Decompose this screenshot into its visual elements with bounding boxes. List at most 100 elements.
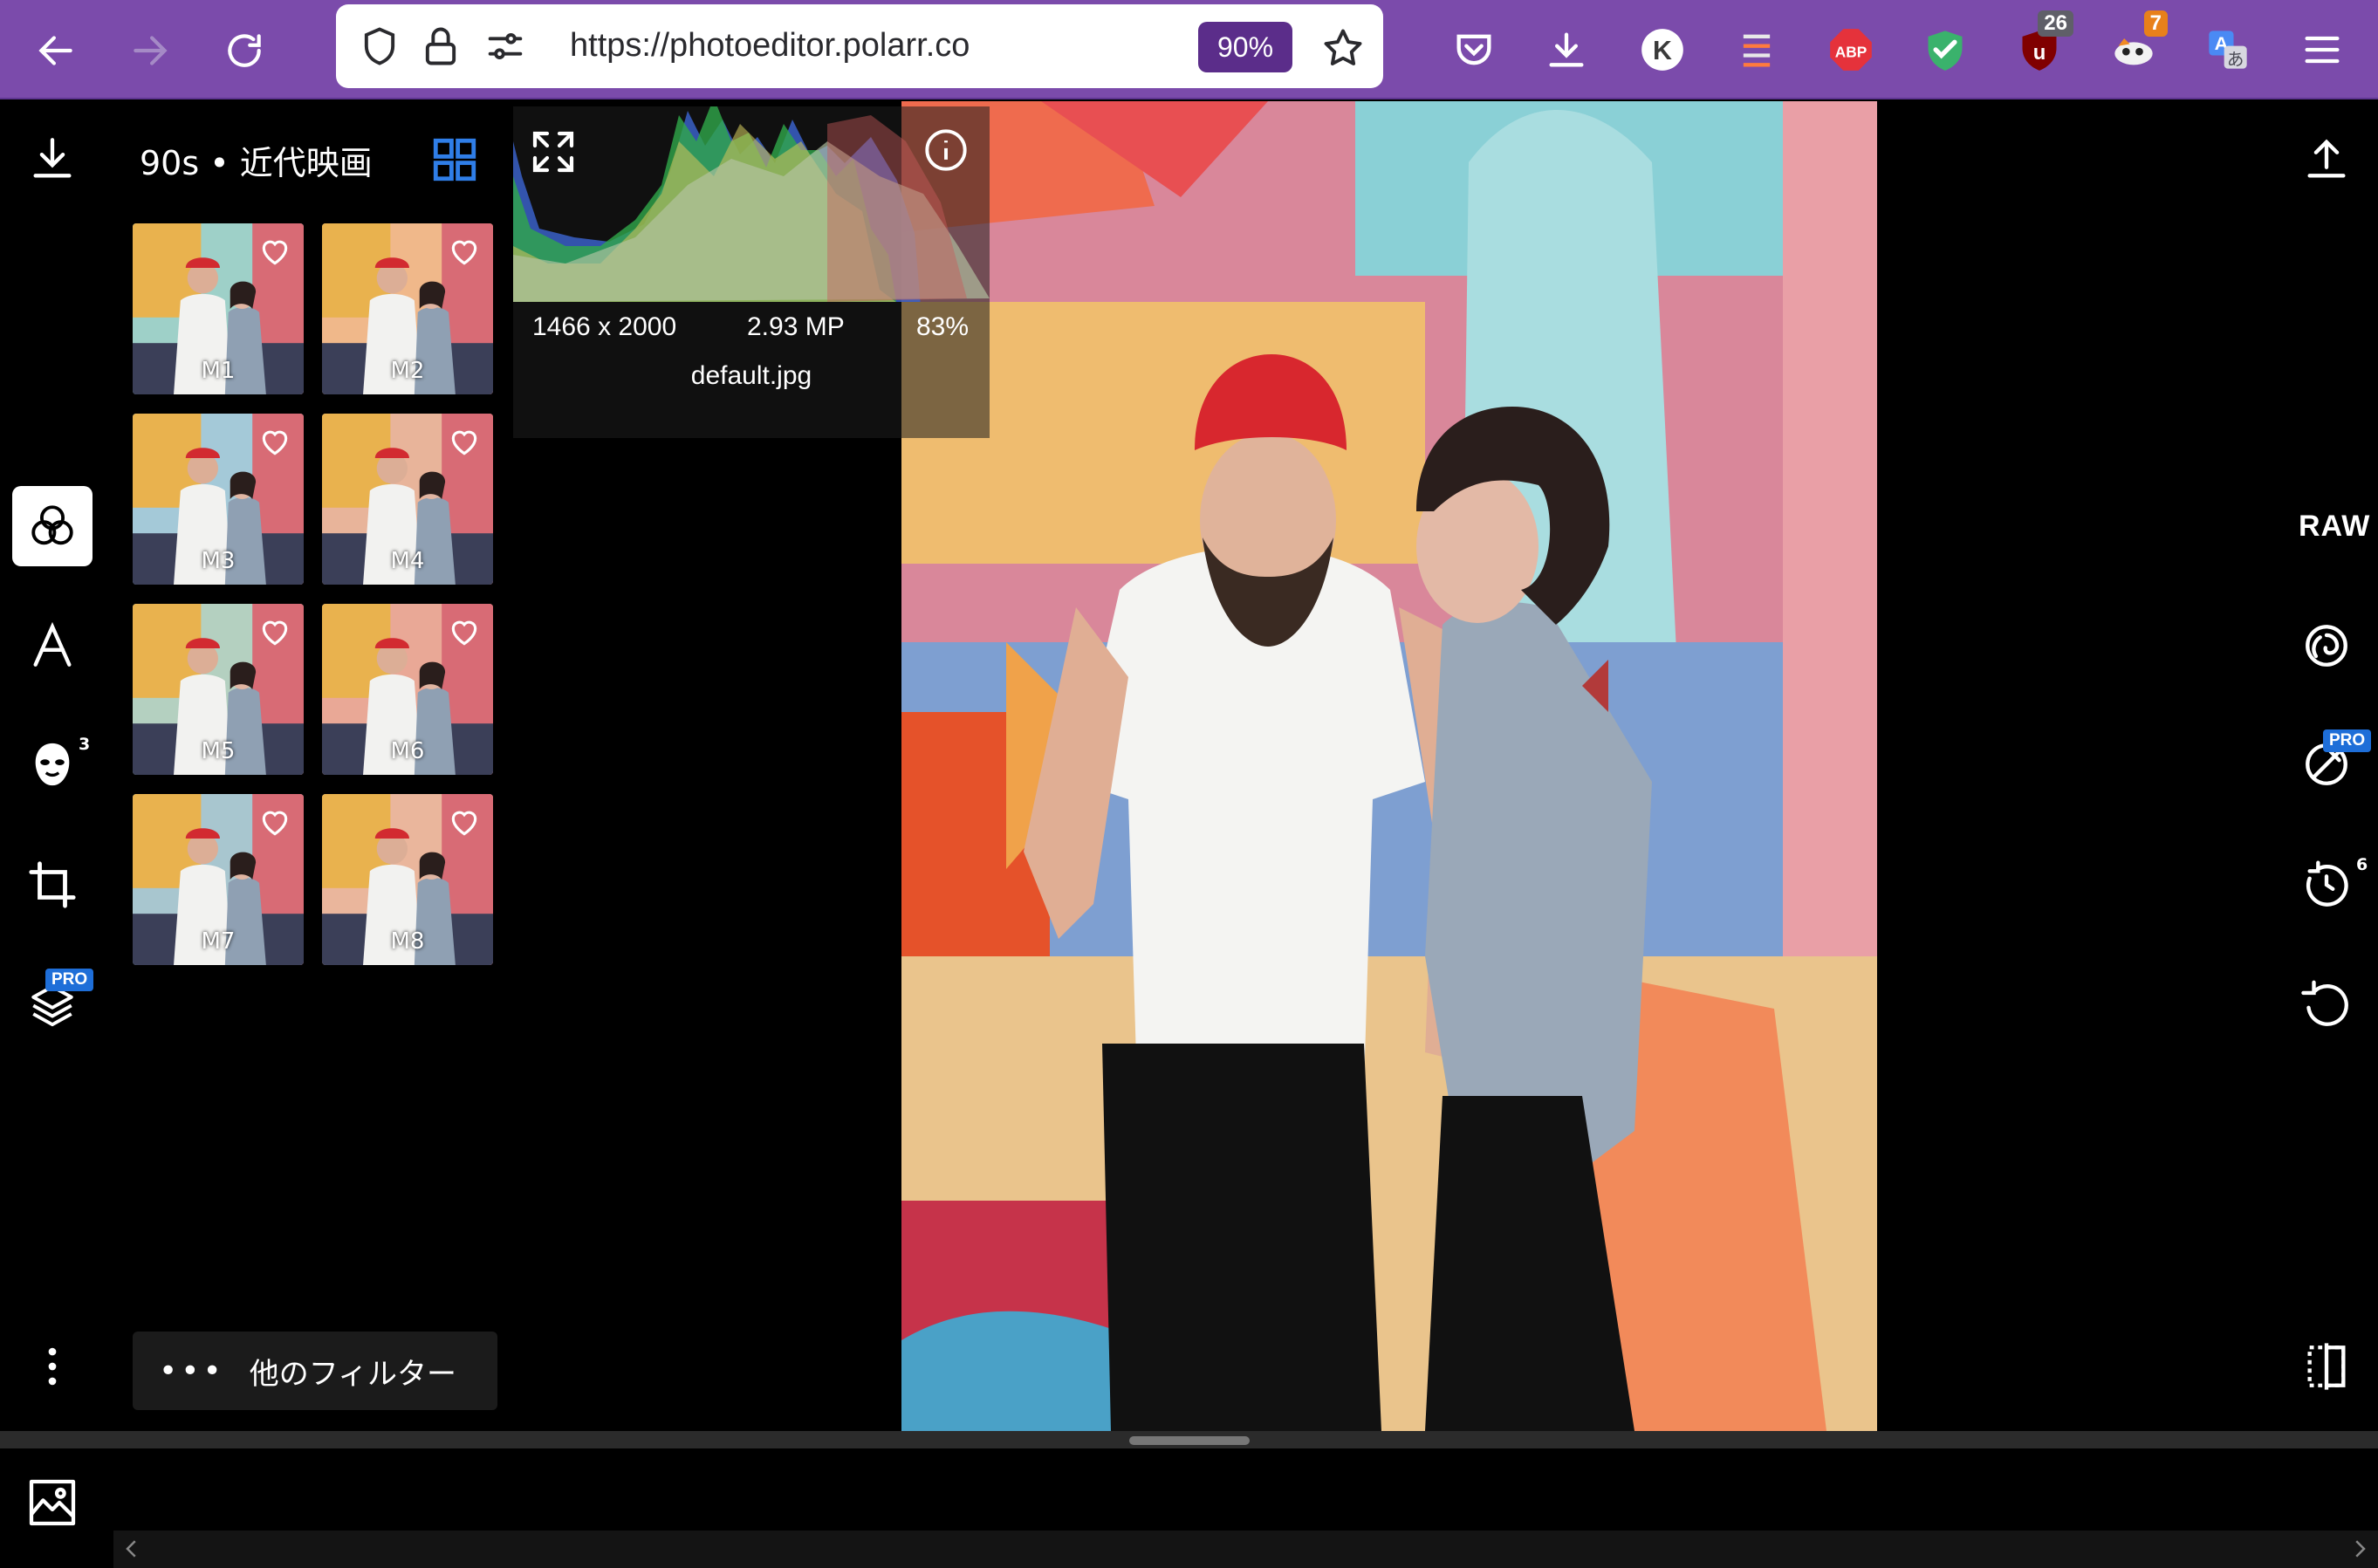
forward-button[interactable] xyxy=(119,19,182,82)
preset-thumbnail[interactable]: M7 xyxy=(133,794,304,965)
image-filename: default.jpg xyxy=(690,361,812,390)
download-button[interactable] xyxy=(12,119,93,199)
upload-icon xyxy=(2307,139,2346,178)
download-icon xyxy=(1549,32,1584,67)
photo-editor-app: 3 PRO 90s • 近代映画 M1 M2 M3 M4 M5 M6 M7 M8 ••• 他の… xyxy=(0,101,2378,1568)
histogram-chart xyxy=(513,106,990,302)
more-options-button[interactable] xyxy=(12,1326,93,1407)
shield-check-button[interactable] xyxy=(1918,23,1972,77)
grid-view-icon[interactable] xyxy=(429,134,480,185)
fullscreen-icon[interactable] xyxy=(529,127,578,176)
image-megapixels: 2.93 MP xyxy=(747,312,845,341)
url-bar[interactable]: https://photoeditor.polarr.co 90% xyxy=(336,4,1383,88)
layers-pro-badge: PRO xyxy=(45,969,94,991)
preset-thumbnail[interactable]: M2 xyxy=(322,223,493,394)
menu-icon xyxy=(2305,36,2340,64)
crop-icon xyxy=(29,861,76,908)
more-filters-label: 他のフィルター xyxy=(249,1356,457,1392)
info-icon[interactable] xyxy=(923,127,969,173)
translate-icon: Aあ xyxy=(2209,31,2247,69)
undo-icon xyxy=(2301,980,2348,1026)
reset-button[interactable] xyxy=(2286,963,2367,1044)
preset-label: M7 xyxy=(201,928,236,955)
lock-icon[interactable] xyxy=(418,24,463,69)
ublock-button[interactable]: u 26 xyxy=(2012,10,2073,77)
preset-label: M3 xyxy=(201,548,236,574)
heart-icon[interactable] xyxy=(448,236,481,269)
url-text[interactable]: https://photoeditor.polarr.co xyxy=(570,27,970,65)
shield-check-icon xyxy=(1928,31,1963,71)
gallery-icon[interactable] xyxy=(24,1475,80,1530)
app-menu-button[interactable] xyxy=(2295,23,2349,77)
preset-label: M5 xyxy=(201,738,236,764)
adblock-plus-button[interactable]: ABP xyxy=(1824,23,1878,77)
history-icon xyxy=(2306,860,2348,907)
raw-toggle[interactable]: RAW xyxy=(2299,510,2370,544)
k-extension-icon: K xyxy=(1641,29,1683,71)
view-zoom: 83% xyxy=(916,312,970,341)
k-extension-button[interactable]: K xyxy=(1635,23,1689,77)
heart-icon[interactable] xyxy=(258,616,291,649)
svg-text:u: u xyxy=(2033,41,2046,65)
arrow-left-icon xyxy=(38,36,72,65)
heart-icon[interactable] xyxy=(448,806,481,839)
preset-thumbnail[interactable]: M5 xyxy=(133,604,304,775)
reload-button[interactable] xyxy=(213,19,276,82)
filmstrip-scrollbar[interactable] xyxy=(113,1530,2378,1568)
vertical-dots-icon xyxy=(48,1347,57,1386)
filters-circles-icon xyxy=(31,505,73,545)
preset-thumbnail[interactable]: M6 xyxy=(322,604,493,775)
crop-tool-button[interactable] xyxy=(12,845,93,925)
text-a-icon xyxy=(33,621,72,667)
svg-text:ABP: ABP xyxy=(1835,44,1867,61)
preset-label: M8 xyxy=(390,928,425,955)
reload-icon xyxy=(228,34,261,67)
export-button[interactable] xyxy=(2286,119,2367,199)
auto-enhance-button[interactable] xyxy=(2286,606,2367,686)
back-button[interactable] xyxy=(24,19,87,82)
histogram-panel: 1466 x 2000 2.93 MP 83% default.jpg xyxy=(513,106,990,438)
preset-thumbnail[interactable]: M1 xyxy=(133,223,304,394)
zoom-level-badge[interactable]: 90% xyxy=(1198,22,1292,72)
photo-canvas[interactable] xyxy=(901,101,1877,1431)
retouch-button[interactable]: PRO xyxy=(2286,724,2372,805)
bookmark-star-icon[interactable] xyxy=(1320,25,1366,71)
chevron-right-icon[interactable] xyxy=(2347,1536,2373,1562)
compare-button[interactable] xyxy=(2286,1326,2367,1407)
preset-label: M2 xyxy=(390,358,425,384)
shield-icon xyxy=(364,27,395,65)
list-extension-icon xyxy=(1743,34,1771,67)
downloads-button[interactable] xyxy=(1539,23,1593,77)
download-icon xyxy=(33,138,72,178)
animal-extension-button[interactable]: 7 xyxy=(2107,10,2168,77)
permissions-icon[interactable] xyxy=(483,24,528,69)
preset-thumbnail[interactable]: M3 xyxy=(133,414,304,585)
layers-tool-button[interactable]: PRO xyxy=(12,963,94,1044)
filters-tool-button[interactable] xyxy=(12,486,93,566)
pocket-button[interactable] xyxy=(1447,23,1501,77)
resize-handle[interactable] xyxy=(1129,1436,1250,1445)
photo-image xyxy=(901,101,1877,1431)
more-filters-button[interactable]: ••• 他のフィルター xyxy=(133,1332,497,1410)
svg-text:あ: あ xyxy=(2227,49,2244,69)
text-tool-button[interactable] xyxy=(12,606,93,686)
heart-icon[interactable] xyxy=(258,806,291,839)
browser-toolbar: https://photoeditor.polarr.co 90% K ABP … xyxy=(0,0,2378,99)
list-extension-button[interactable] xyxy=(1730,23,1784,77)
animal-count-badge: 7 xyxy=(2143,10,2168,37)
preset-thumbnail[interactable]: M8 xyxy=(322,794,493,965)
heart-icon[interactable] xyxy=(258,426,291,459)
chevron-left-icon[interactable] xyxy=(119,1536,145,1562)
face-tool-button[interactable]: 3 xyxy=(12,724,93,805)
pocket-icon xyxy=(1456,34,1491,65)
history-button[interactable]: 6 xyxy=(2286,845,2368,925)
preset-collection-title[interactable]: 90s • 近代映画 xyxy=(140,136,373,184)
compare-split-icon xyxy=(2307,1343,2346,1390)
heart-icon[interactable] xyxy=(448,616,481,649)
bottom-tray xyxy=(0,1448,2378,1568)
heart-icon[interactable] xyxy=(448,426,481,459)
translate-button[interactable]: Aあ xyxy=(2201,23,2255,77)
heart-icon[interactable] xyxy=(258,236,291,269)
image-dimensions: 1466 x 2000 xyxy=(532,312,677,341)
preset-thumbnail[interactable]: M4 xyxy=(322,414,493,585)
